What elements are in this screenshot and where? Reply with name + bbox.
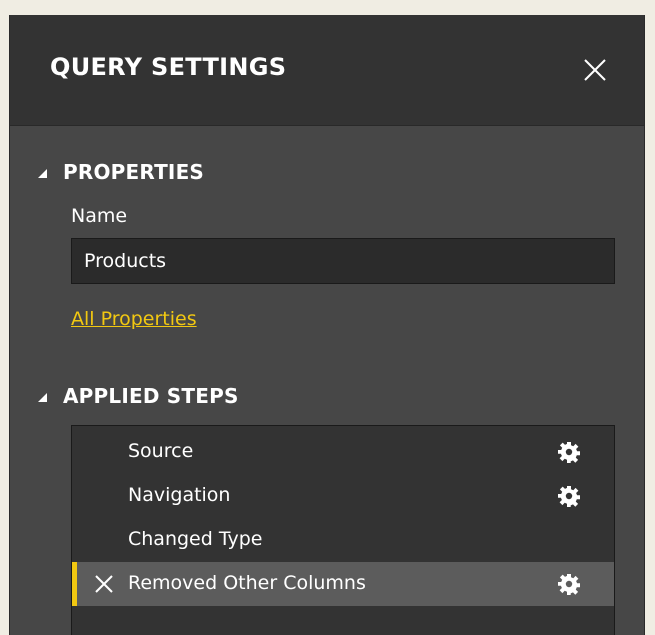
close-icon[interactable] bbox=[580, 55, 610, 85]
properties-header: PROPERTIES bbox=[63, 160, 205, 184]
query-name-input[interactable] bbox=[71, 238, 615, 284]
collapse-triangle-icon bbox=[38, 168, 47, 178]
delete-step-icon[interactable] bbox=[94, 574, 114, 594]
step-label: Source bbox=[128, 440, 194, 462]
gear-icon[interactable] bbox=[558, 441, 580, 463]
panel-title: QUERY SETTINGS bbox=[50, 53, 287, 81]
gear-icon[interactable] bbox=[558, 573, 580, 595]
properties-section-toggle[interactable]: PROPERTIES bbox=[38, 157, 204, 187]
step-label: Changed Type bbox=[128, 528, 263, 550]
applied-steps-section-toggle[interactable]: APPLIED STEPS bbox=[38, 381, 239, 411]
step-source[interactable]: Source bbox=[72, 430, 614, 474]
applied-steps-list: Source Navigation Changed Type Removed O… bbox=[71, 425, 615, 635]
name-label: Name bbox=[71, 205, 128, 227]
step-label: Removed Other Columns bbox=[128, 572, 366, 594]
step-label: Navigation bbox=[128, 484, 231, 506]
step-removed-other-columns[interactable]: Removed Other Columns bbox=[72, 562, 614, 606]
all-properties-link[interactable]: All Properties bbox=[71, 308, 197, 330]
collapse-triangle-icon bbox=[38, 392, 47, 402]
step-navigation[interactable]: Navigation bbox=[72, 474, 614, 518]
query-settings-panel: QUERY SETTINGS PROPERTIES Name All Prope… bbox=[9, 15, 645, 635]
applied-steps-header: APPLIED STEPS bbox=[63, 384, 239, 408]
gear-icon[interactable] bbox=[558, 485, 580, 507]
panel-header: QUERY SETTINGS bbox=[10, 15, 644, 126]
window-frame: QUERY SETTINGS PROPERTIES Name All Prope… bbox=[0, 0, 655, 635]
step-changed-type[interactable]: Changed Type bbox=[72, 518, 614, 562]
